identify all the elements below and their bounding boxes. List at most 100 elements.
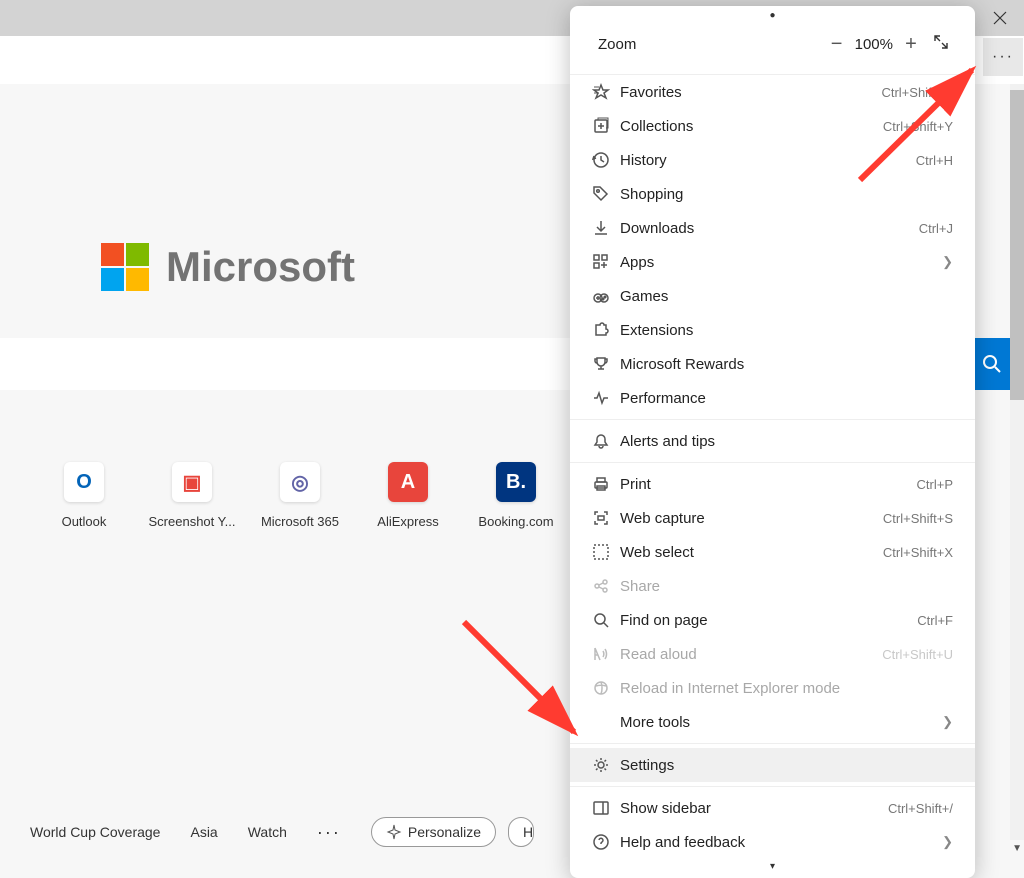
menu-item-share: Share	[570, 569, 975, 603]
window-close-button[interactable]	[976, 0, 1024, 36]
menu-item-favorites[interactable]: FavoritesCtrl+Shift+O	[570, 75, 975, 109]
zoom-in-button[interactable]: +	[895, 33, 927, 56]
pulse-icon	[592, 389, 620, 407]
menu-item-label: Print	[620, 476, 917, 493]
menu-item-more-tools[interactable]: More tools❯	[570, 705, 975, 739]
menu-item-performance[interactable]: Performance	[570, 381, 975, 415]
menu-item-microsoft-rewards[interactable]: Microsoft Rewards	[570, 347, 975, 381]
tile-icon: ◎	[280, 462, 320, 502]
menu-item-label: Extensions	[620, 322, 953, 339]
menu-item-settings[interactable]: Settings	[570, 748, 975, 782]
menu-item-games[interactable]: Games	[570, 279, 975, 313]
menu-item-shortcut: Ctrl+Shift+S	[883, 511, 953, 526]
menu-item-label: Show sidebar	[620, 800, 888, 817]
zoom-value: 100%	[855, 36, 893, 53]
scroll-down-arrow[interactable]: ▼	[1012, 843, 1022, 854]
feed-topic-link[interactable]: World Cup Coverage	[30, 824, 160, 840]
chevron-right-icon: ❯	[942, 714, 953, 730]
tile-icon: A	[388, 462, 428, 502]
chevron-right-icon: ❯	[942, 834, 953, 850]
ie-icon	[592, 679, 620, 697]
feed-more-button[interactable]: ···	[317, 822, 341, 843]
personalize-button[interactable]: Personalize	[371, 817, 496, 847]
bell-icon	[592, 432, 620, 450]
tile-label: Screenshot Y...	[138, 514, 246, 529]
menu-item-shortcut: Ctrl+F	[917, 613, 953, 628]
menu-separator	[570, 419, 975, 420]
games-icon	[592, 287, 620, 305]
tile-label: Microsoft 365	[246, 514, 354, 529]
hides-button[interactable]: H	[508, 817, 534, 847]
fullscreen-button[interactable]	[927, 34, 955, 55]
tag-icon	[592, 185, 620, 203]
tile-icon: O	[64, 462, 104, 502]
menu-item-label: Favorites	[620, 84, 881, 101]
menu-item-shortcut: Ctrl+P	[917, 477, 953, 492]
more-icon: ···	[992, 48, 1014, 66]
settings-icon	[592, 756, 620, 774]
menu-item-show-sidebar[interactable]: Show sidebarCtrl+Shift+/	[570, 791, 975, 825]
trophy-icon	[592, 355, 620, 373]
search-icon	[982, 354, 1002, 374]
menu-item-label: Find on page	[620, 612, 917, 629]
menu-item-label: Games	[620, 288, 953, 305]
puzzle-icon	[592, 321, 620, 339]
zoom-out-button[interactable]: −	[821, 33, 853, 56]
menu-item-alerts-and-tips[interactable]: Alerts and tips	[570, 424, 975, 458]
sidebar-icon	[592, 799, 620, 817]
search-button[interactable]	[974, 338, 1010, 390]
star-icon	[592, 83, 620, 101]
menu-item-label: Web capture	[620, 510, 883, 527]
menu-item-extensions[interactable]: Extensions	[570, 313, 975, 347]
capture-icon	[592, 509, 620, 527]
vertical-scrollbar-thumb[interactable]	[1010, 90, 1024, 400]
quick-link-tile[interactable]: B.Booking.com	[462, 458, 570, 529]
menu-item-history[interactable]: HistoryCtrl+H	[570, 143, 975, 177]
quick-link-tile[interactable]: AAliExpress	[354, 458, 462, 529]
menu-item-label: Apps	[620, 254, 942, 271]
collections-icon	[592, 117, 620, 135]
menu-item-apps[interactable]: Apps❯	[570, 245, 975, 279]
menu-item-label: Web select	[620, 544, 883, 561]
settings-and-more-menu: ● Zoom − 100% + FavoritesCtrl+Shift+OCol…	[570, 6, 975, 878]
share-icon	[592, 577, 620, 595]
quick-link-tile[interactable]: OOutlook	[30, 458, 138, 529]
menu-item-label: Collections	[620, 118, 883, 135]
help-icon	[592, 833, 620, 851]
menu-item-shopping[interactable]: Shopping	[570, 177, 975, 211]
menu-item-downloads[interactable]: DownloadsCtrl+J	[570, 211, 975, 245]
menu-item-web-capture[interactable]: Web captureCtrl+Shift+S	[570, 501, 975, 535]
close-icon	[993, 11, 1007, 25]
menu-grip-bottom-icon: ▾	[570, 859, 975, 878]
microsoft-logo-icon	[100, 242, 150, 292]
download-icon	[592, 219, 620, 237]
fullscreen-icon	[933, 34, 949, 50]
menu-item-print[interactable]: PrintCtrl+P	[570, 467, 975, 501]
sparkle-icon	[386, 824, 402, 840]
menu-item-shortcut: Ctrl+Shift+X	[883, 545, 953, 560]
menu-item-label: Share	[620, 578, 953, 595]
settings-and-more-button[interactable]: ···	[983, 38, 1023, 76]
menu-item-find-on-page[interactable]: Find on pageCtrl+F	[570, 603, 975, 637]
hides-label: H	[523, 824, 533, 840]
menu-item-label: Downloads	[620, 220, 919, 237]
menu-item-label: Settings	[620, 757, 953, 774]
feed-topic-link[interactable]: Watch	[248, 824, 287, 840]
menu-separator	[570, 462, 975, 463]
menu-item-label: Microsoft Rewards	[620, 356, 953, 373]
menu-item-collections[interactable]: CollectionsCtrl+Shift+Y	[570, 109, 975, 143]
tile-icon: ▣	[172, 462, 212, 502]
readaloud-icon	[592, 645, 620, 663]
menu-item-label: Alerts and tips	[620, 433, 953, 450]
quick-link-tile[interactable]: ▣ Screenshot Y...	[138, 458, 246, 529]
menu-item-read-aloud: Read aloudCtrl+Shift+U	[570, 637, 975, 671]
feed-topic-link[interactable]: Asia	[190, 824, 217, 840]
menu-item-web-select[interactable]: Web selectCtrl+Shift+X	[570, 535, 975, 569]
menu-item-shortcut: Ctrl+Shift+/	[888, 801, 953, 816]
find-icon	[592, 611, 620, 629]
menu-item-shortcut: Ctrl+Shift+Y	[883, 119, 953, 134]
quick-link-tile[interactable]: ◎ Microsoft 365	[246, 458, 354, 529]
menu-item-shortcut: Ctrl+Shift+O	[881, 85, 953, 100]
select-icon	[592, 543, 620, 561]
menu-item-help-and-feedback[interactable]: Help and feedback❯	[570, 825, 975, 859]
